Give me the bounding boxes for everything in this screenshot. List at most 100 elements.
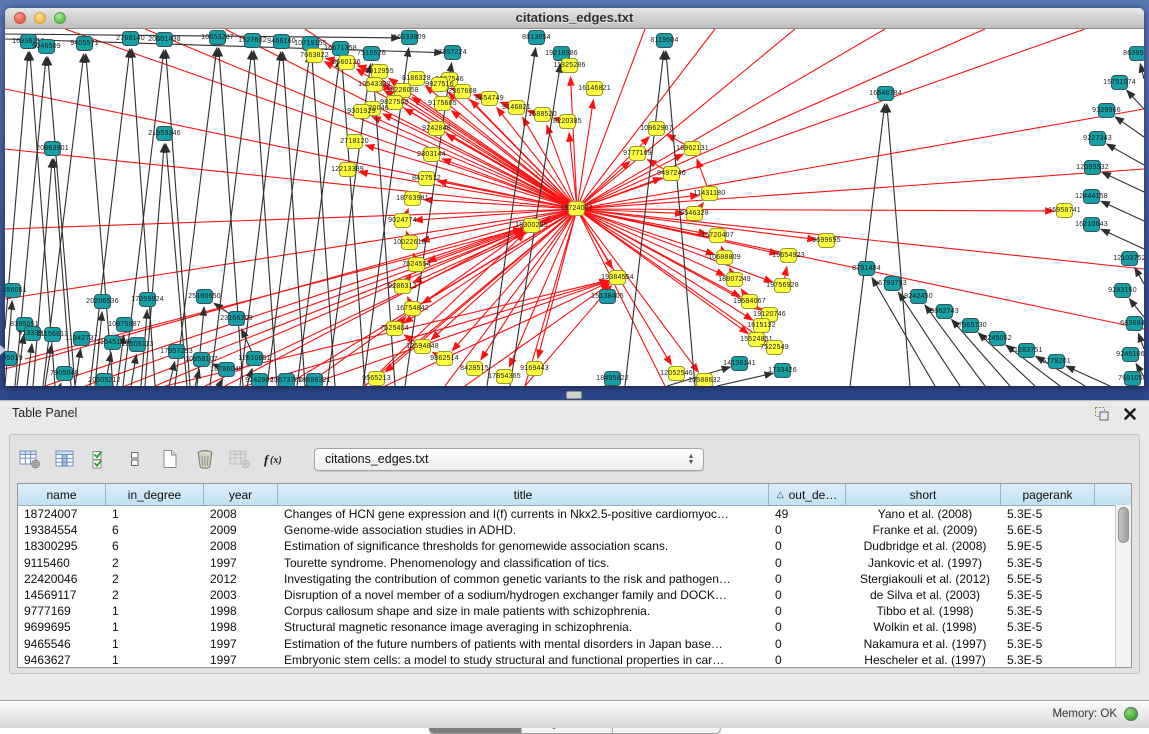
network-node[interactable]: 12505113 [129,337,146,352]
network-node[interactable]: 17957253 [168,344,185,359]
table-row[interactable]: 1872400712008Changes of HCN gene express… [18,506,1131,522]
network-node[interactable]: 6778201 [1048,354,1065,369]
network-node[interactable]: 17965730 [962,318,979,333]
column-header-short[interactable]: short [846,484,1001,505]
table-row[interactable]: 2242004622012Investigating the contribut… [18,571,1131,587]
network-node[interactable]: 12594848 [414,339,431,354]
network-node[interactable]: 19756928 [774,278,791,293]
window-titlebar[interactable]: citations_edges.txt [5,8,1144,29]
table-row[interactable]: 1830029562008Estimation of significance … [18,538,1131,554]
network-node[interactable]: 9862743 [936,304,953,319]
network-node[interactable]: 9466160 [273,34,290,49]
table-row[interactable]: 1456911722003Disruption of a novel membe… [18,587,1131,603]
network-node[interactable]: 12103752 [1121,251,1138,266]
network-node[interactable]: 10588632 [696,373,713,386]
network-node[interactable]: 8639509 [1129,46,1144,61]
network-node[interactable]: 8427512 [418,171,435,186]
network-node[interactable]: 9286312 [394,279,411,294]
function-builder-icon[interactable]: f(x) [263,446,289,472]
table-row[interactable]: 946554611997Estimation of the future num… [18,636,1131,652]
table-settings-icon[interactable] [18,446,42,472]
table-row[interactable]: 1938455462009Genome-wide association stu… [18,522,1131,538]
panel-splitter-handle[interactable] [566,391,582,399]
network-node[interactable]: 16962131 [684,141,701,156]
network-node[interactable]: 9329966 [1098,103,1115,118]
column-header-pagerank[interactable]: pagerank [1001,484,1095,505]
network-node[interactable]: 9227343 [1089,131,1106,146]
network-node[interactable]: 16786049 [218,362,235,377]
float-window-icon[interactable] [1093,405,1111,423]
network-node[interactable]: 25160650 [196,289,213,304]
network-node[interactable]: 15958741 [1056,203,1073,218]
delete-icon[interactable] [193,446,217,472]
network-node[interactable]: 9175685 [434,96,451,111]
network-node[interactable]: 10543382 [366,77,383,92]
column-header-in-degree[interactable]: in_degree [106,484,204,505]
network-node[interactable]: 10958107 [193,352,210,367]
network-node[interactable]: 9024774 [394,213,411,228]
network-node[interactable]: 16210643 [1083,217,1100,232]
network-node[interactable]: 7663822 [306,48,323,63]
network-node[interactable]: 1733426 [774,363,791,378]
network-node[interactable]: 9242848 [428,121,445,136]
network-node[interactable]: 9245106 [1122,347,1139,362]
network-node[interactable]: 18724007 [568,201,585,216]
network-node[interactable]: 9242902 [251,373,268,386]
network-node[interactable]: 1615132 [753,318,770,333]
network-node[interactable]: 10022618 [401,235,418,250]
network-node[interactable]: 12052546 [668,366,685,381]
network-node[interactable]: 10653287 [209,30,226,45]
network-node[interactable]: 9699695 [818,233,835,248]
network-node[interactable]: 6836843 [1126,316,1143,331]
network-node[interactable]: 9356051 [5,283,21,298]
network-node[interactable]: 9827516 [431,77,448,92]
network-node[interactable]: 15751074 [1111,75,1128,90]
network-node[interactable]: 16033809 [401,30,418,45]
hidden-panel-arrow-icon[interactable] [0,345,6,355]
network-node[interactable]: 16671358 [332,41,349,56]
network-node[interactable]: 9283150 [1114,283,1131,298]
scrollbar-thumb[interactable] [1118,507,1129,543]
network-node[interactable]: 14136141 [731,356,748,371]
table-row[interactable]: 911546021997Tourette syndrome. Phenomeno… [18,555,1131,571]
network-node[interactable]: 18698321 [306,373,323,386]
network-node[interactable]: 9405571 [76,36,93,51]
network-node[interactable]: 9242450 [910,289,927,304]
network-node[interactable]: 11283751 [1018,343,1035,358]
network-node[interactable]: 8813054 [528,30,545,45]
network-node[interactable]: 2367608 [454,84,471,99]
network-node[interactable]: 20505212 [96,373,113,386]
network-node[interactable]: 12610651 [246,351,263,366]
column-header-name[interactable]: name [18,484,106,505]
network-node[interactable]: 11942737 [73,331,90,346]
network-node[interactable]: 8660126 [338,55,355,70]
vertical-scrollbar[interactable] [1115,505,1131,667]
network-node[interactable]: 9497246 [663,166,680,181]
network-node[interactable]: 18807249 [726,272,743,287]
network-node[interactable]: 9546328 [686,206,703,221]
network-node[interactable]: 21953346 [156,126,173,141]
column-settings-icon[interactable] [53,446,77,472]
network-node[interactable]: 7691058 [1124,371,1141,386]
table-row[interactable]: 969969511998Structural magnetic resonanc… [18,619,1131,635]
network-node[interactable]: 17854365 [496,369,513,384]
rows-icon[interactable] [123,446,147,472]
network-node[interactable]: 8454749 [481,91,498,106]
network-node[interactable]: 16146821 [586,81,603,96]
network-node[interactable]: 10975887 [116,317,133,332]
network-node[interactable]: 9245052 [989,331,1006,346]
network-node[interactable]: 23166209 [228,311,245,326]
network-node[interactable]: 7522549 [766,340,783,355]
network-node[interactable]: 9777169 [629,146,646,161]
network-node[interactable]: 15720407 [709,228,726,243]
new-document-icon[interactable] [158,446,182,472]
network-node[interactable]: 17359924 [139,292,156,307]
network-node[interactable]: 20601438 [156,32,173,47]
network-node[interactable]: 1527602 [244,33,261,48]
table-row[interactable]: 977716911998Corpus callosum shape and si… [18,603,1131,619]
table-select-dropdown[interactable]: citations_edges.txt▲▼ [314,448,704,471]
select-all-icon[interactable] [88,446,112,472]
network-node[interactable]: 9169443 [526,361,543,376]
network-node[interactable]: 19684067 [741,294,758,309]
column-header-out-de-[interactable]: △out_de… [769,484,846,505]
